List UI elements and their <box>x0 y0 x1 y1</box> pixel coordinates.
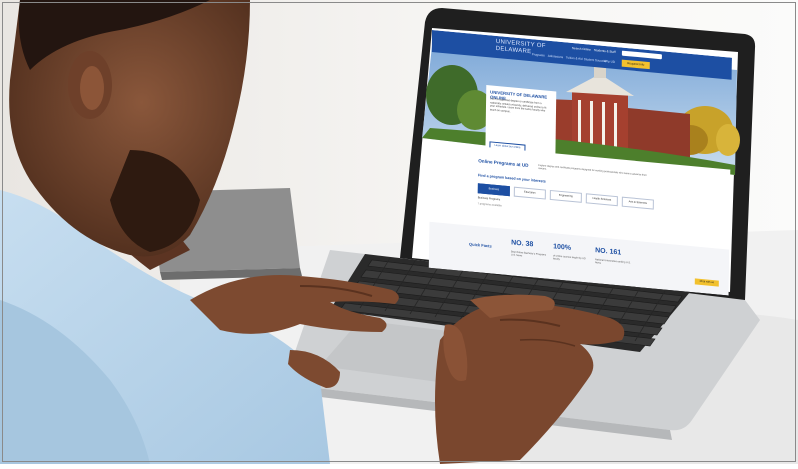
util-link[interactable]: Search Online <box>572 46 591 52</box>
program-filter-pill[interactable]: Business <box>477 183 510 197</box>
laptop-website: UNIVERSITY OF DELAWARE Search Online Stu… <box>428 30 732 296</box>
program-group-count: 7 programs available <box>477 202 502 208</box>
nav-link[interactable]: Programs <box>532 52 545 57</box>
search-input[interactable] <box>621 50 662 60</box>
stat-caption: National Universities ranking U.S. News <box>594 258 631 265</box>
stat-value: 100% <box>553 243 572 252</box>
programs-text: Explore degree and certificate programs … <box>538 163 647 177</box>
program-filter-pill[interactable]: Education <box>513 186 546 200</box>
stat-caption: Best Online Bachelor's Programs U.S. New… <box>510 250 547 258</box>
quick-facts-heading: Quick Facts <box>469 241 492 249</box>
nav-link[interactable]: Admissions <box>548 54 563 59</box>
nav-link[interactable]: Why UD <box>604 59 615 64</box>
stat-value: NO. 161 <box>595 247 622 257</box>
interest-heading: Find a program based on your interests <box>477 173 546 184</box>
request-info-button[interactable]: Request Info <box>621 59 650 70</box>
stat-caption: of online courses taught by UD faculty <box>552 254 586 262</box>
program-filter-pill[interactable]: Health Sciences <box>585 193 618 207</box>
util-link[interactable]: Students & Staff <box>594 48 616 54</box>
program-group-title: Business Programs <box>477 196 501 202</box>
programs-title: Online Programs at UD <box>478 158 529 168</box>
nav-link[interactable]: Tuition & Aid <box>566 55 583 61</box>
chat-button[interactable]: Chat with us <box>694 278 719 287</box>
program-filter-pill[interactable]: Engineering <box>549 189 582 203</box>
stat-value: NO. 38 <box>511 239 534 249</box>
program-filter-pill[interactable]: Arts & Sciences <box>621 196 654 210</box>
